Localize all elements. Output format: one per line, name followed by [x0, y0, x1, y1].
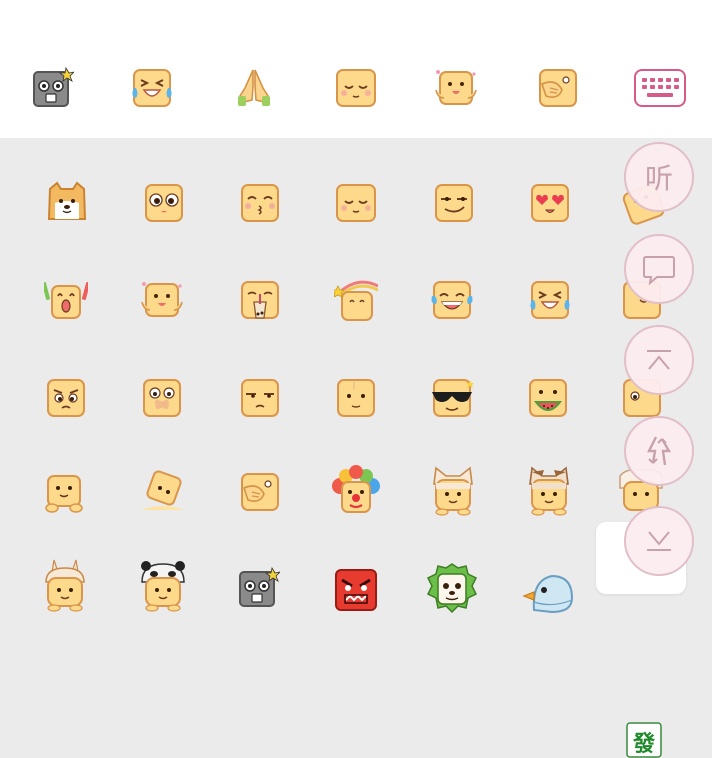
happy-waving-face-icon[interactable] [434, 66, 478, 110]
nervous-face-icon[interactable] [334, 376, 378, 420]
bunny-hat-face-icon[interactable] [40, 558, 90, 614]
listen-button[interactable]: 听 [624, 142, 694, 212]
happy-waving-face-icon[interactable] [140, 278, 184, 322]
crying-laughing-face-icon[interactable] [528, 278, 572, 322]
sunglasses-face-icon[interactable] [430, 376, 474, 420]
keyboard-toggle-icon[interactable] [634, 66, 686, 110]
praying-hands-icon[interactable] [232, 66, 276, 110]
listen-label: 听 [644, 162, 673, 195]
robot-gray-icon[interactable] [30, 66, 74, 110]
refresh-button[interactable] [624, 416, 694, 486]
cheering-face-icon[interactable] [44, 278, 88, 322]
scroll-to-top-button[interactable] [624, 325, 694, 395]
angry-red-face-icon[interactable] [334, 568, 378, 612]
angry-frown-face-icon[interactable] [44, 376, 88, 420]
crying-laughing-face-icon[interactable] [130, 66, 174, 110]
facepalm-face-icon[interactable] [536, 66, 580, 110]
smirk-face-icon[interactable] [432, 181, 476, 225]
blissful-face-icon[interactable] [334, 66, 378, 110]
watermelon-face-icon[interactable] [526, 376, 570, 420]
melting-face-icon[interactable] [140, 470, 184, 514]
brown-cat-hat-face-icon[interactable] [524, 464, 574, 516]
robot-gray-icon[interactable] [236, 566, 286, 610]
clown-face-icon[interactable] [330, 464, 382, 516]
scroll-to-bottom-button[interactable] [624, 506, 694, 576]
scroll-to-bottom-icon [647, 531, 671, 551]
green-lion-face-icon[interactable] [426, 562, 478, 614]
speech-bubble-icon [643, 256, 675, 286]
unamused-face-icon[interactable] [238, 376, 282, 420]
facepalm-face-icon[interactable] [238, 470, 282, 514]
kissing-face-icon[interactable] [238, 181, 282, 225]
dog-face-icon[interactable] [45, 181, 89, 225]
cat-hat-face-icon[interactable] [428, 464, 478, 516]
panda-hat-face-icon[interactable] [138, 558, 188, 614]
blissful-face-icon[interactable] [334, 181, 378, 225]
scroll-to-top-icon [647, 350, 671, 370]
laughing-tears-face-icon[interactable] [430, 278, 474, 322]
shy-cry-face-icon[interactable] [142, 181, 186, 225]
rainbow-star-face-icon[interactable] [334, 278, 378, 322]
fa-tile-icon[interactable]: 發 [626, 722, 662, 758]
bubble-tea-face-icon[interactable] [238, 278, 282, 322]
taped-mouth-face-icon[interactable] [140, 376, 184, 420]
sitting-smile-face-icon[interactable] [42, 470, 86, 514]
heart-eyes-face-icon[interactable] [528, 181, 572, 225]
recent-emoji-row [0, 52, 712, 122]
blue-bird-icon[interactable] [522, 570, 576, 614]
speech-bubble-button[interactable] [624, 234, 694, 304]
refresh-arrows-icon [647, 436, 672, 466]
fa-tile-text: 發 [632, 732, 655, 757]
recent-emoji-bar [0, 0, 712, 138]
